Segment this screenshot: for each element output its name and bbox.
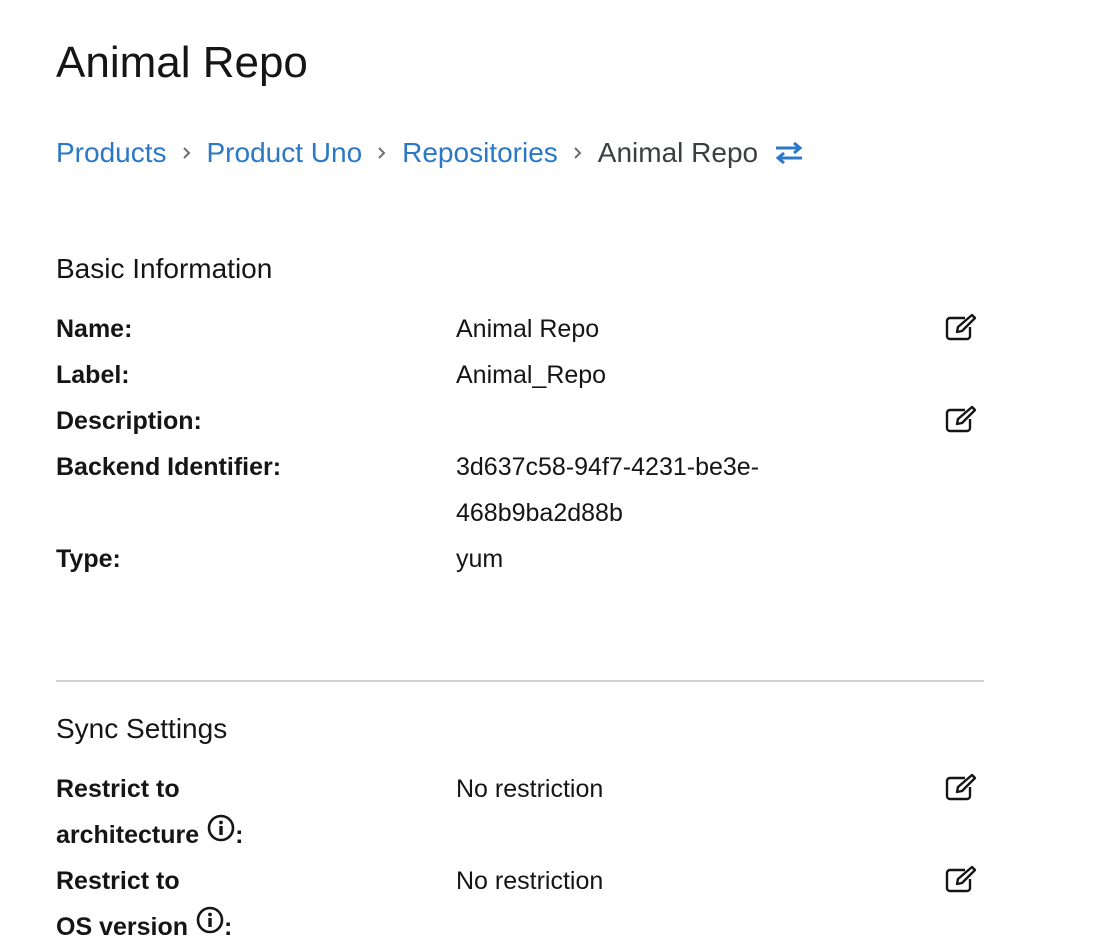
edit-name-button[interactable] — [944, 310, 978, 344]
breadcrumb-link-product-uno[interactable]: Product Uno — [207, 134, 363, 172]
edit-pencil-icon — [945, 865, 977, 893]
restrict-os-version-value: No restriction — [456, 867, 604, 895]
breadcrumb: Products Product Uno Repositories Animal… — [56, 134, 804, 172]
info-circle-icon — [196, 907, 224, 934]
os-version-info-button[interactable] — [196, 903, 224, 942]
page-title: Animal Repo — [56, 38, 308, 87]
info-circle-icon — [207, 815, 235, 842]
label-colon: : — [224, 913, 233, 941]
breadcrumb-link-products[interactable]: Products — [56, 134, 167, 172]
restrict-architecture-value: No restriction — [456, 775, 604, 803]
edit-os-version-button[interactable] — [944, 862, 978, 896]
description-label: Description: — [56, 407, 202, 435]
architecture-info-button[interactable] — [207, 811, 235, 857]
backend-identifier-line2: 468b9ba2d88b — [456, 499, 623, 527]
breadcrumb-separator — [362, 145, 402, 161]
type-label: Type: — [56, 545, 121, 573]
name-label: Name: — [56, 315, 133, 343]
repository-details-page: Animal Repo Products Product Uno Reposit… — [0, 0, 1114, 942]
backend-identifier-value: 3d637c58-94f7-4231-be3e- 468b9ba2d88b — [456, 444, 856, 536]
edit-description-button[interactable] — [944, 402, 978, 436]
backend-identifier-line1: 3d637c58-94f7-4231-be3e- — [456, 453, 760, 481]
section-divider — [56, 680, 984, 682]
restrict-os-version-label-line1: Restrict to — [56, 867, 180, 895]
edit-architecture-button[interactable] — [944, 770, 978, 804]
breadcrumb-link-repositories[interactable]: Repositories — [402, 134, 558, 172]
chevron-right-icon — [182, 147, 190, 159]
restrict-os-version-label: Restrict to OS version: — [56, 858, 416, 942]
breadcrumb-separator — [558, 145, 598, 161]
sync-settings-heading: Sync Settings — [56, 713, 228, 744]
edit-pencil-icon — [945, 773, 977, 801]
breadcrumb-current: Animal Repo — [597, 137, 759, 168]
breadcrumb-separator — [167, 145, 207, 161]
backend-identifier-label: Backend Identifier: — [56, 453, 282, 481]
restrict-architecture-label-line2: architecture: — [56, 812, 416, 858]
restrict-architecture-label-line1: Restrict to — [56, 775, 180, 803]
edit-pencil-icon — [945, 313, 977, 341]
label-value: Animal_Repo — [456, 361, 607, 389]
exchange-arrows-icon — [775, 141, 803, 165]
chevron-right-icon — [574, 147, 582, 159]
name-value: Animal Repo — [456, 315, 600, 343]
basic-information-heading: Basic Information — [56, 253, 273, 284]
restrict-os-version-label-line2: OS version: — [56, 904, 416, 942]
restrict-architecture-label-text: architecture — [56, 821, 200, 849]
repository-switcher-button[interactable] — [774, 141, 804, 165]
restrict-os-version-label-text: OS version — [56, 913, 188, 941]
label-label: Label: — [56, 361, 130, 389]
label-colon: : — [235, 821, 244, 849]
restrict-architecture-label: Restrict to architecture: — [56, 766, 416, 858]
type-value: yum — [456, 545, 504, 573]
edit-pencil-icon — [945, 405, 977, 433]
chevron-right-icon — [378, 147, 386, 159]
